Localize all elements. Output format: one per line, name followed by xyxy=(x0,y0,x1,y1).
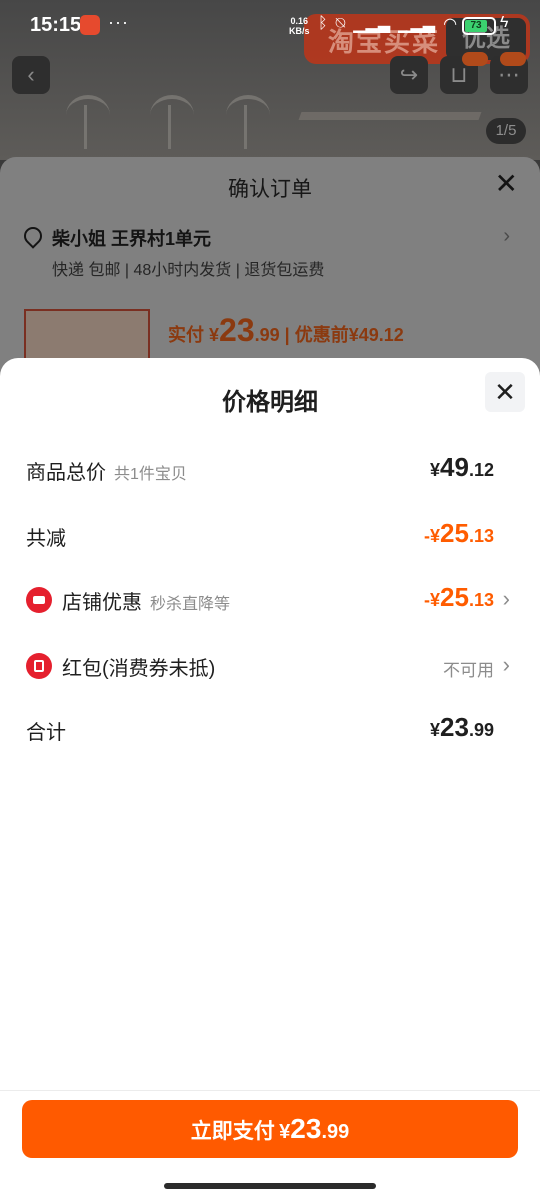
price-int: 25 xyxy=(440,518,469,548)
pay-button-int: 23 xyxy=(290,1113,322,1144)
red-packet-label: 红包(消费券未抵) xyxy=(62,658,216,680)
pay-prefix: 实付 ¥ xyxy=(168,325,220,345)
back-arrow-icon: ‹ xyxy=(27,62,35,87)
row-total-discount: 共减 -¥25.13 xyxy=(0,514,540,554)
pay-dec: .99 xyxy=(254,325,280,345)
item-count: 共1件宝贝 xyxy=(114,466,187,483)
total-discount-label: 共减 xyxy=(26,528,66,550)
cart-icon: ⊔ xyxy=(450,62,468,87)
signal-icon: ▁▂▃ xyxy=(353,16,391,33)
pay-button-dec: .99 xyxy=(321,1121,350,1143)
chevron-right-icon: › xyxy=(502,586,510,611)
order-close-icon[interactable]: ✕ xyxy=(495,167,518,200)
price-detail-sheet: 价格明细 ✕ 商品总价 共1件宝贝 ¥49.12 共减 -¥25.13 店铺优惠秒… xyxy=(0,358,540,1200)
item-total-label: 商品总价 xyxy=(26,462,106,484)
price-dec: .12 xyxy=(468,460,494,480)
chair-shape xyxy=(150,95,194,149)
chevron-right-icon: › xyxy=(503,225,510,247)
signal-icon: ▁▂▃ xyxy=(398,16,436,33)
pay-now-button[interactable]: 立即支付 ¥23.99 xyxy=(22,1100,518,1158)
table-shape xyxy=(298,112,482,120)
price-int: 49 xyxy=(440,452,469,482)
grand-total-price: ¥23.99 xyxy=(430,712,494,743)
back-button[interactable]: ‹ xyxy=(12,56,50,94)
currency-symbol: -¥ xyxy=(424,526,441,546)
row-label: 店铺优惠 秒杀直降等 xyxy=(62,586,230,615)
cart-badge xyxy=(462,52,488,66)
pay-int: 23 xyxy=(219,312,255,348)
red-packet-status: 不可用 xyxy=(443,661,494,680)
shop-discount-icon xyxy=(26,587,52,613)
pay-button-label: 立即支付 xyxy=(190,1120,275,1143)
footer-divider xyxy=(0,1090,540,1091)
status-icons: ᛒ ⍉ ▁▂▃ ▁▂▃ ◠ xyxy=(318,14,457,34)
price-int: 25 xyxy=(440,582,469,612)
chevron-right-icon: › xyxy=(502,652,510,677)
net-speed: 0.16 KB/s xyxy=(289,16,310,36)
red-packet-icon xyxy=(26,653,52,679)
row-item-total: 商品总价 共1件宝贝 ¥49.12 xyxy=(0,448,540,488)
row-grand-total: 合计 ¥23.99 xyxy=(0,708,540,748)
row-label: 商品总价 共1件宝贝 xyxy=(26,456,187,485)
shop-discount-label: 店铺优惠 xyxy=(62,592,142,614)
row-shop-discount[interactable]: 店铺优惠 秒杀直降等 -¥25.13 › xyxy=(0,578,540,618)
wifi-icon: ◠ xyxy=(443,16,458,33)
close-button[interactable]: ✕ xyxy=(485,372,525,412)
sheet-title: 价格明细 xyxy=(222,389,318,416)
battery-icon: 73 xyxy=(462,17,496,35)
before-discount: | 优惠前¥49.12 xyxy=(284,325,404,345)
net-speed-unit: KB/s xyxy=(289,26,310,36)
status-time: 15:15 xyxy=(30,14,82,36)
share-button[interactable]: ↪ xyxy=(390,56,428,94)
grand-total-label: 合计 xyxy=(26,722,66,744)
currency-symbol: ¥ xyxy=(430,720,441,740)
chair-shape xyxy=(226,95,270,149)
charging-icon: ϟ xyxy=(500,14,509,31)
bluetooth-icon: ᛒ xyxy=(318,15,328,32)
location-pin-icon xyxy=(20,223,46,249)
pay-button-symbol: ¥ xyxy=(279,1121,291,1143)
status-bar: 15:15 ··· 0.16 KB/s ᛒ ⍉ ▁▂▃ ▁▂▃ ◠ 73 ϟ xyxy=(0,0,540,52)
shop-discount-price: -¥25.13 xyxy=(424,582,494,613)
order-address[interactable]: 柴小姐 王界村1单元 xyxy=(52,225,211,251)
order-pay-amount: 实付 ¥23.99 | 优惠前¥49.12 xyxy=(168,312,404,349)
price-dec: .13 xyxy=(468,590,494,610)
status-more: ··· xyxy=(108,12,129,32)
price-dec: .99 xyxy=(468,720,494,740)
battery-level: 73 xyxy=(465,20,487,32)
total-discount-price: -¥25.13 xyxy=(424,518,494,549)
image-counter: 1/5 xyxy=(486,118,526,144)
share-icon: ↪ xyxy=(399,62,419,87)
shop-discount-sub: 秒杀直降等 xyxy=(150,596,231,613)
item-total-price: ¥49.12 xyxy=(430,452,494,483)
order-title: 确认订单 xyxy=(228,178,312,201)
more-badge xyxy=(500,52,526,66)
price-dec: .13 xyxy=(468,526,494,546)
order-tags: 快递 包邮 | 48小时内发货 | 退货包运费 xyxy=(52,262,325,279)
chair-shape xyxy=(66,95,110,149)
price-int: 23 xyxy=(440,712,469,742)
home-indicator[interactable] xyxy=(164,1183,376,1189)
row-red-packet[interactable]: 红包(消费券未抵) 不可用 › xyxy=(0,644,540,684)
mute-icon: ⍉ xyxy=(335,15,346,32)
close-icon: ✕ xyxy=(494,377,516,407)
currency-symbol: ¥ xyxy=(430,460,441,480)
app-notification-icon xyxy=(80,15,100,35)
net-speed-value: 0.16 xyxy=(290,16,309,26)
currency-symbol: -¥ xyxy=(424,590,441,610)
